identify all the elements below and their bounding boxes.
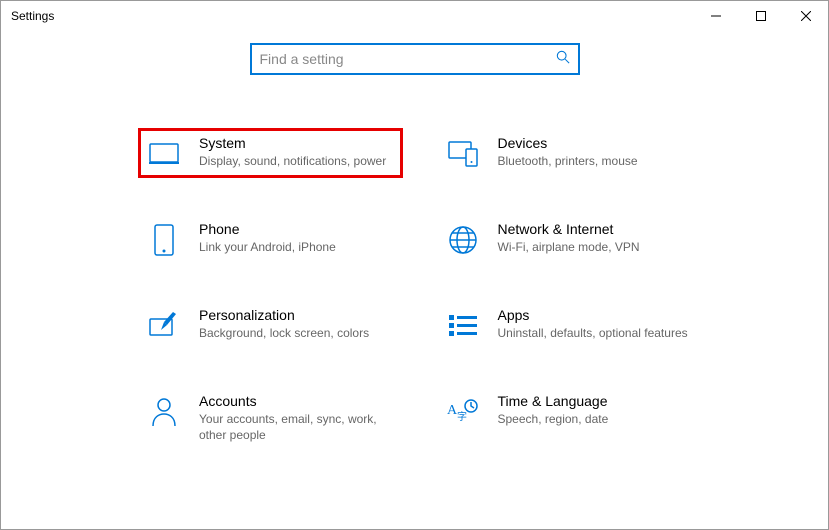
category-title: Network & Internet [498,221,693,237]
close-icon [801,11,811,21]
category-phone[interactable]: Phone Link your Android, iPhone [141,217,400,261]
search-input[interactable] [260,51,556,67]
minimize-icon [711,11,721,21]
category-text: Accounts Your accounts, email, sync, wor… [199,393,394,443]
categories-grid: System Display, sound, notifications, po… [1,75,828,447]
minimize-button[interactable] [693,1,738,31]
titlebar: Settings [1,1,828,31]
apps-list-icon [446,309,480,343]
search-icon [556,50,570,69]
window-title: Settings [11,9,54,23]
category-desc: Uninstall, defaults, optional features [498,325,693,341]
category-personalization[interactable]: Personalization Background, lock screen,… [141,303,400,347]
category-title: Phone [199,221,394,237]
system-icon [147,137,181,171]
phone-icon [147,223,181,257]
category-desc: Your accounts, email, sync, work, other … [199,411,394,443]
category-desc: Bluetooth, printers, mouse [498,153,693,169]
maximize-icon [756,11,766,21]
category-title: Devices [498,135,693,151]
time-language-icon: A字 [446,395,480,429]
svg-text:字: 字 [457,410,467,423]
category-desc: Background, lock screen, colors [199,325,394,341]
category-text: Personalization Background, lock screen,… [199,307,394,341]
category-title: Apps [498,307,693,323]
search-container [1,43,828,75]
maximize-button[interactable] [738,1,783,31]
search-box[interactable] [250,43,580,75]
category-text: Phone Link your Android, iPhone [199,221,394,255]
category-devices[interactable]: Devices Bluetooth, printers, mouse [440,131,699,175]
category-accounts[interactable]: Accounts Your accounts, email, sync, wor… [141,389,400,447]
category-desc: Speech, region, date [498,411,693,427]
devices-icon [446,137,480,171]
close-button[interactable] [783,1,828,31]
category-text: Apps Uninstall, defaults, optional featu… [498,307,693,341]
category-text: Time & Language Speech, region, date [498,393,693,427]
category-system[interactable]: System Display, sound, notifications, po… [141,131,400,175]
category-time-language[interactable]: A字 Time & Language Speech, region, date [440,389,699,447]
category-title: Time & Language [498,393,693,409]
category-text: Devices Bluetooth, printers, mouse [498,135,693,169]
category-apps[interactable]: Apps Uninstall, defaults, optional featu… [440,303,699,347]
category-desc: Link your Android, iPhone [199,239,394,255]
window-controls [693,1,828,31]
category-text: System Display, sound, notifications, po… [199,135,394,169]
category-desc: Wi-Fi, airplane mode, VPN [498,239,693,255]
category-network[interactable]: Network & Internet Wi-Fi, airplane mode,… [440,217,699,261]
category-title: Personalization [199,307,394,323]
category-title: Accounts [199,393,394,409]
category-desc: Display, sound, notifications, power [199,153,394,169]
category-text: Network & Internet Wi-Fi, airplane mode,… [498,221,693,255]
globe-icon [446,223,480,257]
person-icon [147,395,181,429]
category-title: System [199,135,394,151]
paintbrush-icon [147,309,181,343]
